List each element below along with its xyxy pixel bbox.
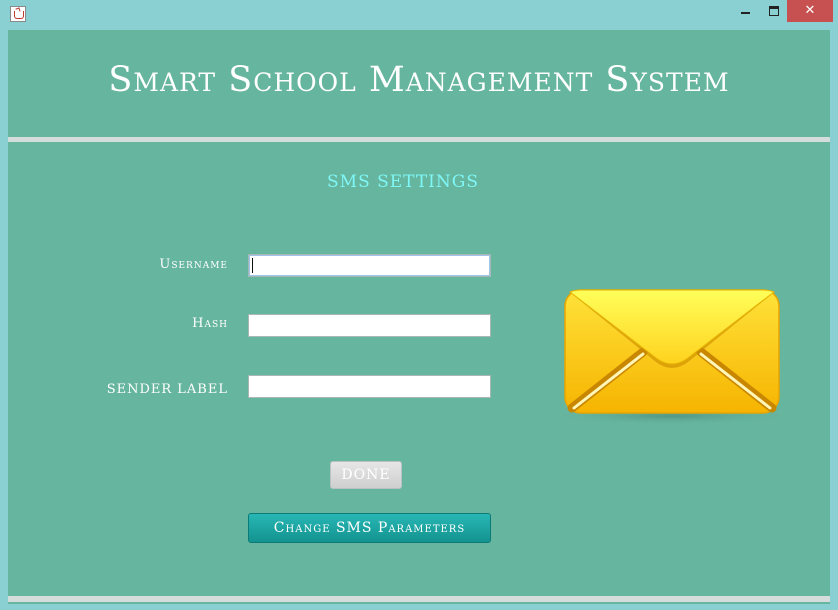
text-cursor bbox=[252, 258, 253, 273]
java-coffee-cup-icon[interactable] bbox=[10, 6, 26, 22]
maximize-icon bbox=[769, 5, 779, 16]
sender-label-field[interactable] bbox=[248, 375, 491, 398]
footer-divider bbox=[8, 596, 830, 602]
title-bar[interactable]: ✕ bbox=[0, 0, 838, 28]
done-button[interactable]: DONE bbox=[330, 461, 402, 489]
app-window: ✕ Smart School Management System SMS SET… bbox=[0, 0, 838, 610]
close-button[interactable]: ✕ bbox=[787, 0, 833, 22]
section-title: SMS SETTINGS bbox=[327, 172, 479, 192]
minimize-icon bbox=[740, 11, 750, 14]
minimize-button[interactable] bbox=[730, 0, 760, 22]
username-field[interactable] bbox=[248, 254, 491, 277]
maximize-button[interactable] bbox=[759, 0, 789, 22]
hash-field[interactable] bbox=[248, 314, 491, 337]
change-sms-parameters-button[interactable]: Change SMS Parameters bbox=[248, 513, 491, 543]
hash-label: Hash bbox=[192, 316, 228, 331]
username-label: Username bbox=[159, 257, 228, 272]
header-divider bbox=[8, 137, 830, 142]
sender-label-label: SENDER LABEL bbox=[106, 382, 228, 397]
close-icon: ✕ bbox=[804, 3, 816, 18]
main-panel: Smart School Management System SMS SETTI… bbox=[8, 30, 830, 604]
page-title: Smart School Management System bbox=[108, 60, 730, 100]
envelope-icon bbox=[549, 289, 793, 425]
